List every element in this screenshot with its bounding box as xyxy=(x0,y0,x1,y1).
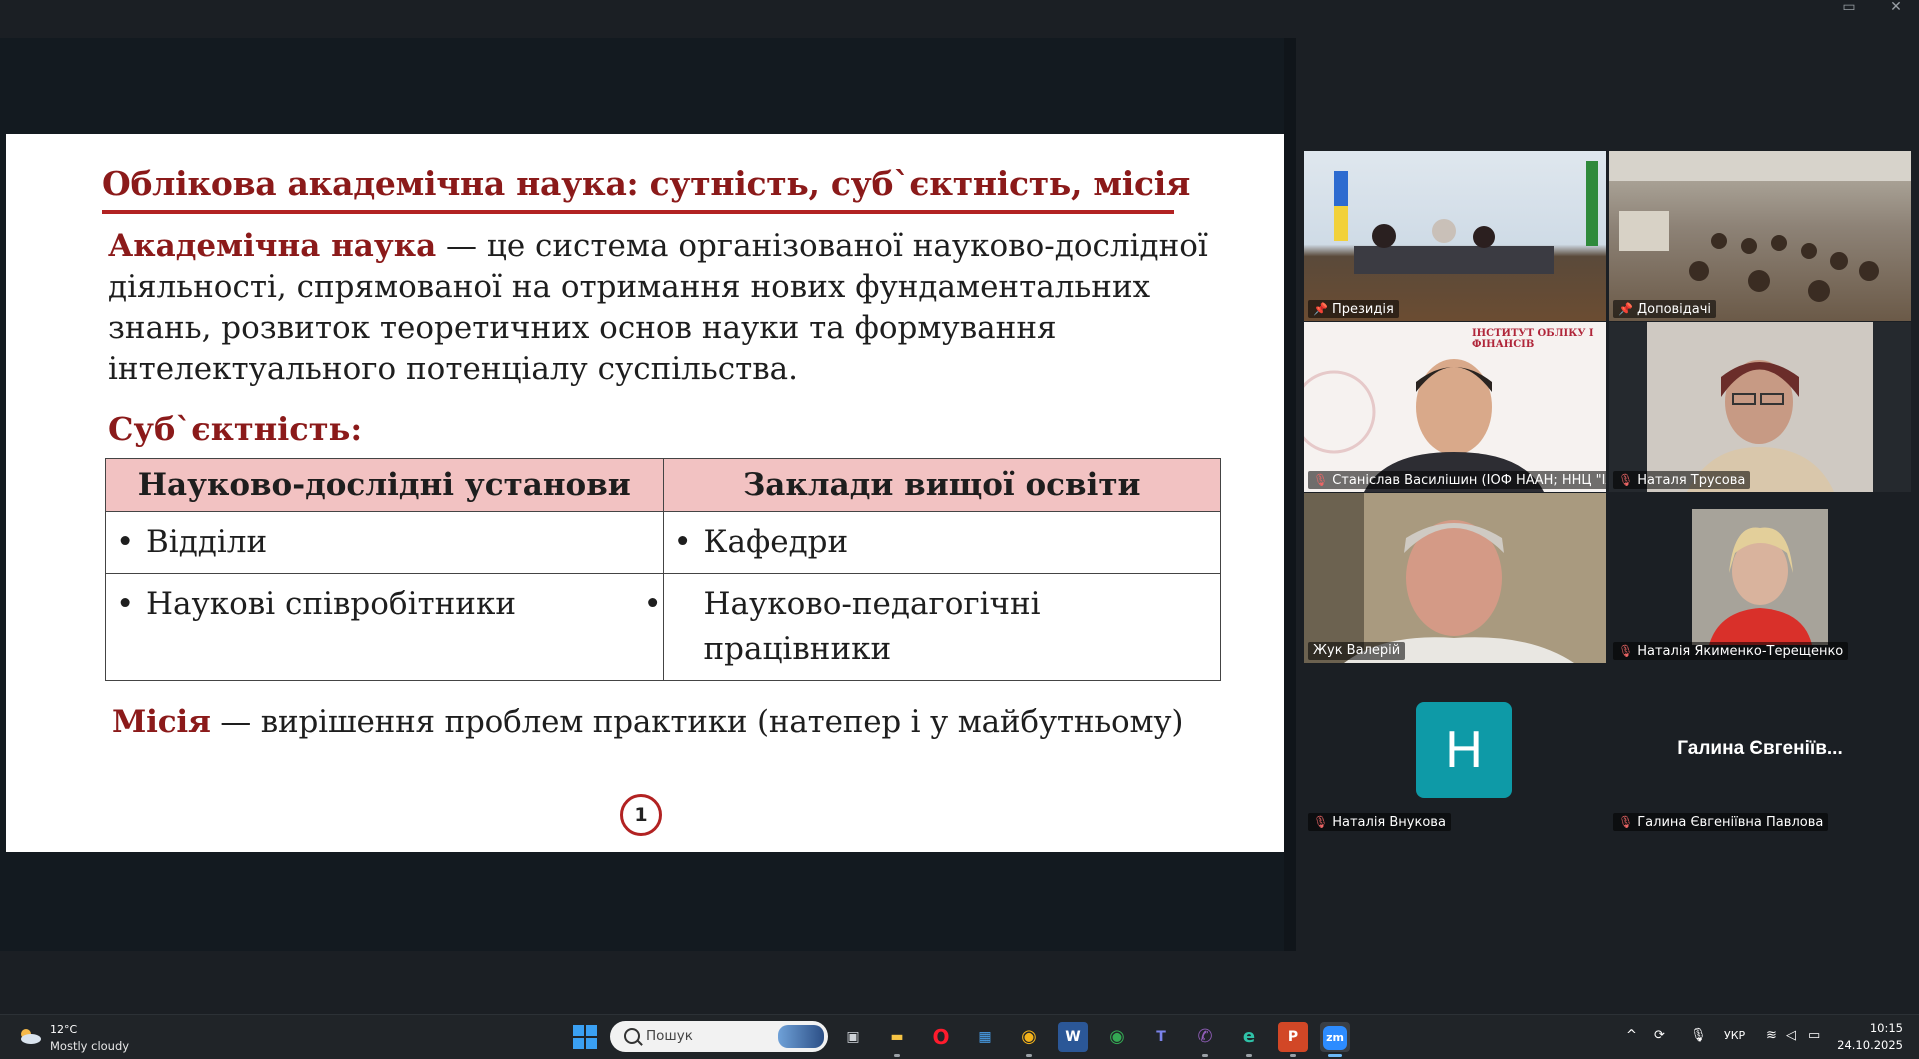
search-icon xyxy=(624,1028,640,1044)
slide-title: Облікова академічна наука: сутність, суб… xyxy=(102,164,1191,203)
table-cell: • Кафедри xyxy=(662,511,1221,574)
video-frame xyxy=(1334,161,1598,274)
participant-name: 🎙 Галина Євгеніївна Павлова xyxy=(1613,813,1829,831)
system-clock[interactable]: 10:15 24.10.2025 xyxy=(1837,1020,1903,1054)
pin-icon: 📌 xyxy=(1313,302,1328,316)
definition-paragraph: Академічна наука — це система організова… xyxy=(108,226,1238,390)
zoom-logo: zm xyxy=(1323,1026,1347,1050)
edge-icon[interactable]: e xyxy=(1234,1022,1264,1057)
store-icon[interactable]: ▦ xyxy=(970,1022,1000,1052)
participant-tile[interactable]: 🎙 Наталія Якименко-Терещенко xyxy=(1609,493,1911,663)
mission-line: Місія — вирішення проблем практики (нате… xyxy=(112,704,1184,740)
mission-text: — вирішення проблем практики (натепер і … xyxy=(210,704,1184,740)
cell-text: Науково-педагогічні працівники xyxy=(703,586,1041,667)
search-highlight-image xyxy=(778,1025,824,1048)
bullet: • xyxy=(116,524,135,560)
title-underline xyxy=(102,210,1174,214)
institute-logo: ІНСТИТУТ ОБЛІКУ І ФІНАНСІВ xyxy=(1472,328,1594,350)
participant-tile-active-speaker[interactable]: Жук Валерій xyxy=(1304,493,1606,663)
participant-tile[interactable]: Н 🎙 Наталія Внукова xyxy=(1304,664,1606,834)
cell-text: Наукові співробітники xyxy=(146,586,517,622)
table-cell: • Наукові співробітники xyxy=(105,573,664,681)
subjectness-table: Науково-дослідні установи Заклади вищої … xyxy=(105,458,1221,681)
task-view-icon[interactable]: ▣ xyxy=(838,1022,868,1052)
subjectness-heading: Суб`єктність: xyxy=(108,410,363,448)
participant-tile[interactable]: 📌 Президія xyxy=(1304,151,1606,321)
teams-icon[interactable]: T xyxy=(1146,1022,1176,1052)
table-cell: • Відділи xyxy=(105,511,664,574)
cell-text: Відділи xyxy=(146,524,268,560)
battery-icon[interactable]: ▭ xyxy=(1808,1028,1820,1043)
word-icon[interactable]: W xyxy=(1058,1022,1088,1052)
volume-icon[interactable]: ◁ xyxy=(1786,1028,1796,1043)
sync-icon[interactable]: ⟳ xyxy=(1654,1028,1665,1043)
mic-muted-icon: 🎙 xyxy=(1313,815,1329,829)
microphone-icon[interactable]: 🎙 xyxy=(1690,1028,1707,1043)
mic-muted-icon: 🎙 xyxy=(1313,473,1329,487)
mic-muted-icon: 🎙 xyxy=(1618,644,1634,658)
start-button[interactable] xyxy=(573,1025,597,1049)
video-frame xyxy=(1692,509,1828,645)
table-row: • Наукові співробітники • Науково-педагогі… xyxy=(105,573,1221,681)
taskbar: 12°C Mostly cloudy Пошук ▣ ▬ O ▦ ◉ W ◉ T… xyxy=(0,1014,1919,1059)
participant-name: 📌 Доповідачі xyxy=(1613,300,1717,318)
video-frame xyxy=(1304,493,1606,663)
weather-desc: Mostly cloudy xyxy=(50,1039,130,1053)
participant-display-name: Галина Євгеніїв... xyxy=(1677,738,1843,759)
bullet: • xyxy=(643,586,662,622)
window-title-bar: ▭ ✕ xyxy=(0,0,1919,30)
mission-term: Місія xyxy=(112,704,211,740)
participant-name: 🎙 Наталія Якименко-Терещенко xyxy=(1613,642,1849,660)
clock-time: 10:15 xyxy=(1869,1021,1903,1035)
zoom-icon[interactable]: zm xyxy=(1320,1022,1350,1057)
cloud-icon xyxy=(21,1029,41,1044)
table-header-row: Науково-дослідні установи Заклади вищої … xyxy=(105,458,1221,512)
participant-name: Жук Валерій xyxy=(1308,642,1406,660)
mic-muted-icon: 🎙 xyxy=(1618,815,1634,829)
chrome-icon[interactable]: ◉ xyxy=(1014,1022,1044,1057)
show-hidden-icons-chevron-icon[interactable]: ^ xyxy=(1626,1028,1637,1043)
chrome-profile-icon[interactable]: ◉ xyxy=(1102,1022,1132,1052)
weather-widget[interactable]: 12°C Mostly cloudy xyxy=(14,1021,144,1055)
file-explorer-icon[interactable]: ▬ xyxy=(882,1022,912,1057)
viber-icon[interactable]: ✆ xyxy=(1190,1022,1220,1057)
participant-name: 🎙 Наталія Внукова xyxy=(1308,813,1451,831)
slide-page-number: 1 xyxy=(620,794,662,836)
taskbar-search[interactable]: Пошук xyxy=(610,1021,828,1052)
search-placeholder: Пошук xyxy=(646,1028,693,1044)
restore-window-button[interactable]: ▭ xyxy=(1826,0,1872,20)
pane-splitter[interactable] xyxy=(1284,38,1296,951)
participant-name: 🎙 Станіслав Василішин (ІОФ НААН; ННЦ "ІАЕ… xyxy=(1308,471,1606,489)
wifi-icon[interactable]: ≋ xyxy=(1766,1028,1777,1043)
video-frame xyxy=(1609,151,1911,302)
weather-temp: 12°C xyxy=(50,1023,78,1036)
table-header: Науково-дослідні установи xyxy=(105,458,664,512)
close-window-button[interactable]: ✕ xyxy=(1873,0,1919,20)
pin-icon: 📌 xyxy=(1618,302,1633,316)
bullet: • xyxy=(116,586,135,622)
participant-tile[interactable]: ІНСТИТУТ ОБЛІКУ І ФІНАНСІВ 🎙 Станіслав Ва… xyxy=(1304,322,1606,492)
definition-term: Академічна наука xyxy=(108,228,437,264)
language-indicator[interactable]: УКР xyxy=(1724,1029,1745,1042)
avatar: Н xyxy=(1416,702,1512,798)
mic-muted-icon: 🎙 xyxy=(1618,473,1634,487)
participant-tile[interactable]: Галина Євгеніїв... 🎙 Галина Євгеніївна Па… xyxy=(1609,664,1911,834)
table-header: Заклади вищої освіти xyxy=(662,458,1221,512)
participant-tile[interactable]: 🎙 Наталя Трусова xyxy=(1609,322,1911,492)
shared-slide: Облікова академічна наука: сутність, суб… xyxy=(6,134,1284,852)
participant-name: 📌 Президія xyxy=(1308,300,1399,318)
participant-name: 🎙 Наталя Трусова xyxy=(1613,471,1751,489)
clock-date: 24.10.2025 xyxy=(1837,1038,1903,1052)
opera-icon[interactable]: O xyxy=(926,1022,956,1052)
table-cell: • Науково-педагогічні працівники xyxy=(643,573,1221,681)
cell-text: Кафедри xyxy=(703,524,849,560)
powerpoint-icon[interactable]: P xyxy=(1278,1022,1308,1057)
participant-tile[interactable]: 📌 Доповідачі xyxy=(1609,151,1911,321)
bullet: • xyxy=(673,524,692,560)
video-frame xyxy=(1647,322,1873,492)
table-row: • Відділи • Кафедри xyxy=(105,511,1221,574)
